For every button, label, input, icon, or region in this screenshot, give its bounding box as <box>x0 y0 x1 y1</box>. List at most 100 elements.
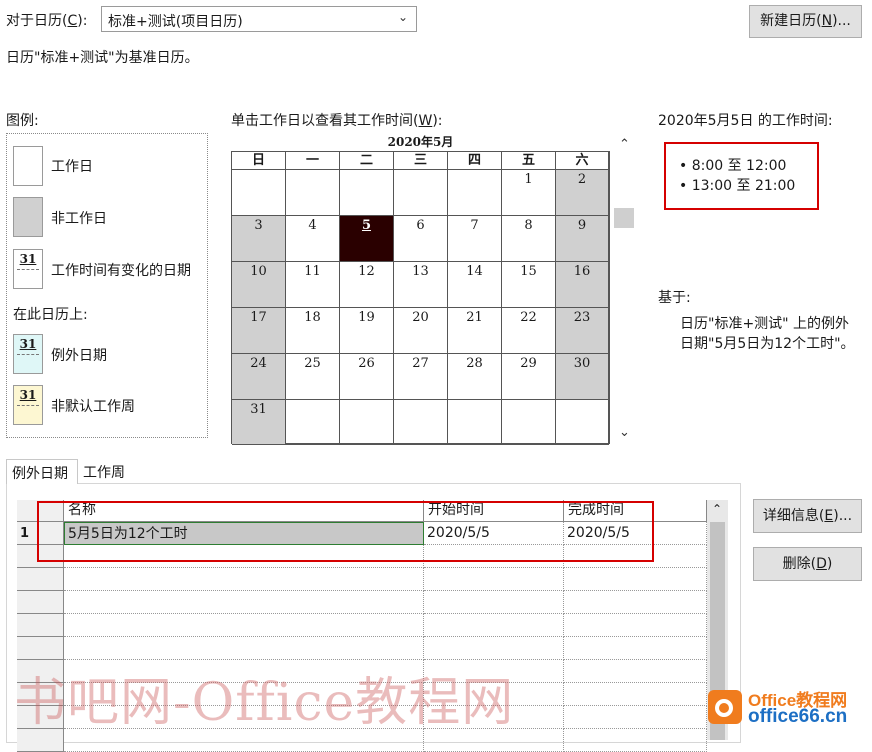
calendar-day[interactable]: 20 <box>394 308 448 354</box>
calendar-day[interactable]: 6 <box>394 216 448 262</box>
office-logo-icon <box>708 690 742 724</box>
calendar-day[interactable]: 26 <box>340 354 394 400</box>
calendar-empty-cell <box>394 400 448 445</box>
tab-work-weeks[interactable]: 工作周 <box>78 459 138 483</box>
table-cell-finish[interactable] <box>564 591 707 614</box>
working-day-swatch <box>13 146 43 186</box>
weekday-header: 日 <box>232 152 286 170</box>
calendar-day[interactable]: 24 <box>232 354 286 400</box>
calendar-empty-cell <box>394 170 448 216</box>
table-cell-name[interactable] <box>64 568 424 591</box>
based-on-line-1: 日历"标准+测试" 上的例外 <box>680 316 850 332</box>
calendar-day[interactable]: 29 <box>502 354 556 400</box>
weekday-header: 一 <box>286 152 340 170</box>
legend-title: 图例: <box>6 113 39 129</box>
row-number[interactable] <box>17 614 64 637</box>
calendar-day[interactable]: 23 <box>556 308 609 354</box>
working-time-1: • 8:00 至 12:00 <box>679 158 787 174</box>
calendar-empty-cell <box>286 170 340 216</box>
table-cell-name[interactable] <box>64 637 424 660</box>
calendar-day[interactable]: 5 <box>340 216 394 262</box>
details-button[interactable]: 详细信息(E)... <box>753 499 862 533</box>
calendar-scroll-up-icon[interactable]: ⌃ <box>619 137 630 152</box>
tab-exceptions[interactable]: 例外日期 <box>6 459 78 484</box>
calendar-month-title: 2020年5月 <box>387 135 454 149</box>
calendar-day[interactable]: 22 <box>502 308 556 354</box>
calendar-empty-cell <box>448 170 502 216</box>
weekday-header: 四 <box>448 152 502 170</box>
calendar-day[interactable]: 4 <box>286 216 340 262</box>
legend-working-day: 工作日 <box>51 159 93 175</box>
calendar-day[interactable]: 14 <box>448 262 502 308</box>
table-cell-finish[interactable] <box>564 637 707 660</box>
calendar-empty-cell <box>502 400 556 445</box>
table-scroll-up-icon[interactable]: ⌃ <box>712 502 722 516</box>
calendar-day[interactable]: 13 <box>394 262 448 308</box>
calendar-day[interactable]: 11 <box>286 262 340 308</box>
weekday-header: 二 <box>340 152 394 170</box>
nonworking-day-swatch <box>13 197 43 237</box>
table-cell-start[interactable] <box>424 568 564 591</box>
calendar-select-value: 标准+测试(项目日历) <box>108 14 243 30</box>
legend-nondefault-week: 非默认工作周 <box>51 399 135 415</box>
table-cell-start[interactable] <box>424 614 564 637</box>
calendar-day[interactable]: 3 <box>232 216 286 262</box>
working-times-title: 2020年5月5日 的工作时间: <box>658 113 833 129</box>
calendar-empty-cell <box>286 400 340 445</box>
calendar-day[interactable]: 18 <box>286 308 340 354</box>
chevron-down-icon: ⌄ <box>397 10 408 24</box>
nondefault-week-swatch: 31 <box>13 385 43 425</box>
table-cell-finish[interactable] <box>564 729 707 752</box>
working-time-2: • 13:00 至 21:00 <box>679 178 796 194</box>
calendar-day[interactable]: 28 <box>448 354 502 400</box>
calendar-day[interactable]: 27 <box>394 354 448 400</box>
delete-button[interactable]: 删除(D) <box>753 547 862 581</box>
table-cell-start[interactable] <box>424 637 564 660</box>
row-number[interactable] <box>17 568 64 591</box>
weekday-header: 三 <box>394 152 448 170</box>
legend-box: 工作日 非工作日 31 工作时间有变化的日期 在此日历上: 31 例外日期 31… <box>6 133 208 438</box>
calendar-day[interactable]: 15 <box>502 262 556 308</box>
new-calendar-button[interactable]: 新建日历(N)... <box>749 5 862 38</box>
row-number[interactable] <box>17 637 64 660</box>
calendar-day[interactable]: 12 <box>340 262 394 308</box>
calendar-day[interactable]: 2 <box>556 170 609 216</box>
calendar-grid[interactable]: 日一二三四五六 1 2 3 4 5 6 7 8 9 10 11 12 13 14 15 16 17 18 19 20 21… <box>231 151 610 445</box>
calendar-day[interactable]: 9 <box>556 216 609 262</box>
table-cell-start[interactable] <box>424 591 564 614</box>
calendar-select[interactable]: 标准+测试(项目日历) ⌄ <box>101 6 417 32</box>
table-cell-finish[interactable] <box>564 614 707 637</box>
calendar-day[interactable]: 7 <box>448 216 502 262</box>
calendar-day[interactable]: 30 <box>556 354 609 400</box>
calendar-day[interactable]: 8 <box>502 216 556 262</box>
table-cell-finish[interactable] <box>564 568 707 591</box>
legend-nonworking-day: 非工作日 <box>51 211 107 227</box>
calendar-day[interactable]: 10 <box>232 262 286 308</box>
table-cell-name[interactable] <box>64 614 424 637</box>
table-cell-finish[interactable] <box>564 683 707 706</box>
exception-day-swatch: 31 <box>13 334 43 374</box>
calendar-empty-cell <box>556 400 609 445</box>
calendar-day[interactable]: 17 <box>232 308 286 354</box>
calendar-day[interactable]: 19 <box>340 308 394 354</box>
for-calendar-label: 对于日历(C): <box>6 13 88 29</box>
legend-exception-day: 例外日期 <box>51 348 107 364</box>
legend-changed-hours: 工作时间有变化的日期 <box>51 263 191 279</box>
calendar-empty-cell <box>340 400 394 445</box>
calendar-day[interactable]: 31 <box>232 400 286 445</box>
row-number[interactable] <box>17 591 64 614</box>
highlight-box-table <box>37 501 654 562</box>
calendar-empty-cell <box>232 170 286 216</box>
calendar-day[interactable]: 1 <box>502 170 556 216</box>
table-cell-name[interactable] <box>64 591 424 614</box>
calendar-day[interactable]: 16 <box>556 262 609 308</box>
calendar-day[interactable]: 25 <box>286 354 340 400</box>
table-cell-finish[interactable] <box>564 706 707 729</box>
legend-on-this-calendar: 在此日历上: <box>13 307 88 323</box>
calendar-day[interactable]: 21 <box>448 308 502 354</box>
calendar-scroll-down-icon[interactable]: ⌄ <box>619 425 630 440</box>
weekday-header: 六 <box>556 152 609 170</box>
weekday-header: 五 <box>502 152 556 170</box>
calendar-scroll-thumb[interactable] <box>614 208 634 228</box>
table-cell-finish[interactable] <box>564 660 707 683</box>
